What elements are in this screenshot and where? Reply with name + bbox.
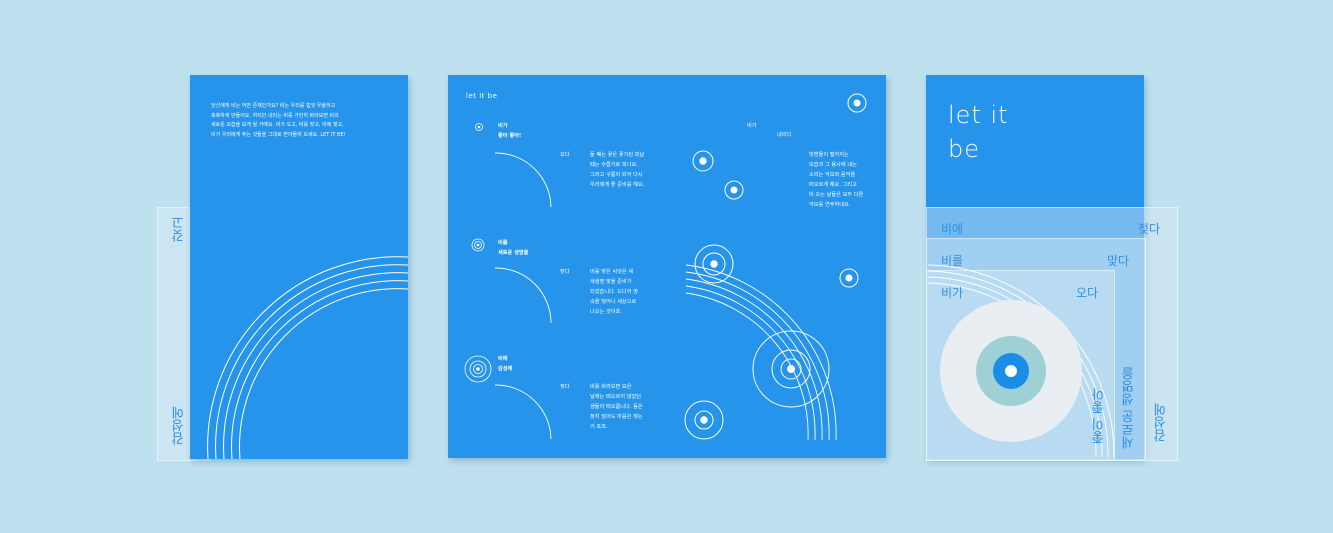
- row2-left: 비를: [941, 254, 964, 268]
- vertical-label-2: 새로운 생명을: [1122, 367, 1137, 450]
- vertical-label-3: 감성에: [1154, 403, 1169, 442]
- vertical-label-1: 좋이 좋아: [1092, 388, 1107, 445]
- left-back-label-bottom: 감성에: [172, 406, 187, 445]
- cover-title-line1: let it: [948, 101, 1009, 129]
- left-arcs: [207, 256, 408, 459]
- row3-left: 비가: [941, 286, 964, 300]
- cover-title-line2: be: [948, 135, 980, 163]
- center-arcs: [494, 93, 867, 441]
- row1-left: 비에: [941, 222, 964, 236]
- left-leaflet-panel: 당신에게 비는 어떤 존재인가요? 비는 우리를 힘껏 우울하고 축축하게 만들…: [190, 75, 408, 459]
- row3-right: 오다: [1076, 286, 1099, 300]
- right-top-a: 비가: [747, 123, 757, 129]
- right-body: 빗방울이 떨어지는 모습과 그 용사에 내는 소리는 악보와 음악을 떠오르게 …: [809, 152, 864, 208]
- right-top-b: 내리다: [777, 132, 792, 138]
- left-back-label-top: 갖고: [172, 216, 187, 242]
- row2-right: 맞다: [1107, 254, 1130, 268]
- row1-right: 젖다: [1138, 222, 1161, 236]
- center-spread-panel: let it be 비가 좋아 좋아! 오다 둘 쨰는 꽃은 꽃기린 피날 때는…: [448, 75, 886, 458]
